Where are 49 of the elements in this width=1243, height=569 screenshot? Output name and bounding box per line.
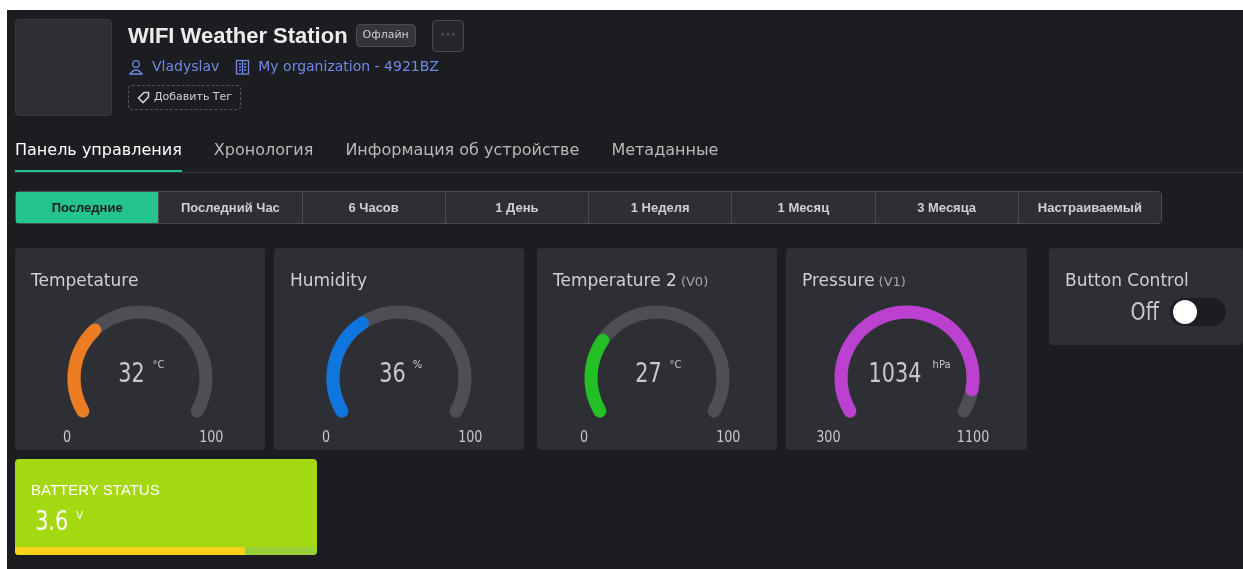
tab[interactable]: Информация об устройстве bbox=[345, 138, 580, 172]
gauge-min: 300 bbox=[815, 426, 841, 448]
time-range-button[interactable]: 1 Месяц bbox=[731, 192, 875, 223]
widget-title: Pressure bbox=[802, 269, 875, 292]
time-range-button[interactable]: 3 Месяца bbox=[874, 192, 1018, 223]
unit-label: V bbox=[76, 508, 84, 523]
tag-icon bbox=[137, 90, 150, 104]
user-icon bbox=[128, 58, 144, 75]
time-range-button[interactable]: Настраиваемый bbox=[1017, 192, 1161, 223]
widget-title: Temperature 2 bbox=[553, 269, 677, 292]
pin-label: (V0) bbox=[680, 273, 709, 291]
gauge-value: 27 bbox=[635, 359, 663, 386]
unit-label: hPa bbox=[932, 359, 951, 370]
tab[interactable]: Метаданные bbox=[611, 138, 719, 172]
time-range-button[interactable]: Последний Час bbox=[158, 192, 302, 223]
widget-title: BATTERY STATUS bbox=[30, 480, 161, 500]
unit-label: % bbox=[412, 359, 423, 370]
time-range-button[interactable]: 1 Неделя bbox=[588, 192, 732, 223]
tab[interactable]: Хронология bbox=[213, 138, 314, 172]
add-tag-button[interactable]: Добавить Тег bbox=[128, 85, 242, 110]
toggle-switch[interactable] bbox=[1170, 297, 1227, 326]
pin-label: (V1) bbox=[878, 273, 906, 291]
more-button[interactable]: ◦◦◦ bbox=[431, 19, 464, 52]
gauge-max: 100 bbox=[716, 426, 741, 448]
unit-label: °C bbox=[152, 359, 165, 370]
owner-link[interactable]: Vladyslav bbox=[152, 56, 220, 77]
gauge-value: 1034 bbox=[869, 359, 922, 386]
gauge-max: 1100 bbox=[957, 426, 990, 448]
widget-title: Button Control bbox=[1065, 269, 1190, 292]
time-range-button[interactable]: 1 День bbox=[444, 192, 588, 223]
device-title: WIFI Weather Station bbox=[128, 22, 348, 50]
gauge-value: 32 bbox=[118, 359, 146, 386]
gauge-max: 100 bbox=[199, 426, 224, 448]
gauge-min: 0 bbox=[322, 426, 331, 448]
unit-label: °C bbox=[669, 359, 682, 370]
time-range-button[interactable]: 6 Часов bbox=[301, 192, 445, 223]
time-range-button[interactable]: Последние bbox=[16, 192, 159, 223]
status-badge: Офлайн bbox=[355, 24, 416, 47]
gauge-min: 0 bbox=[580, 426, 589, 448]
gauge-max: 100 bbox=[458, 426, 483, 448]
tab[interactable]: Панель управления bbox=[15, 138, 182, 172]
organization-link[interactable]: My organization - 4921BZ bbox=[258, 56, 439, 77]
battery-value: 3.6 bbox=[35, 507, 69, 534]
widget-title: Humidity bbox=[290, 269, 368, 292]
building-icon bbox=[235, 58, 251, 75]
gauge-value: 36 bbox=[379, 359, 406, 386]
switch-state: Off bbox=[1130, 299, 1159, 324]
gauge-min: 0 bbox=[63, 426, 72, 448]
widget-title: Tempetature bbox=[31, 269, 139, 292]
